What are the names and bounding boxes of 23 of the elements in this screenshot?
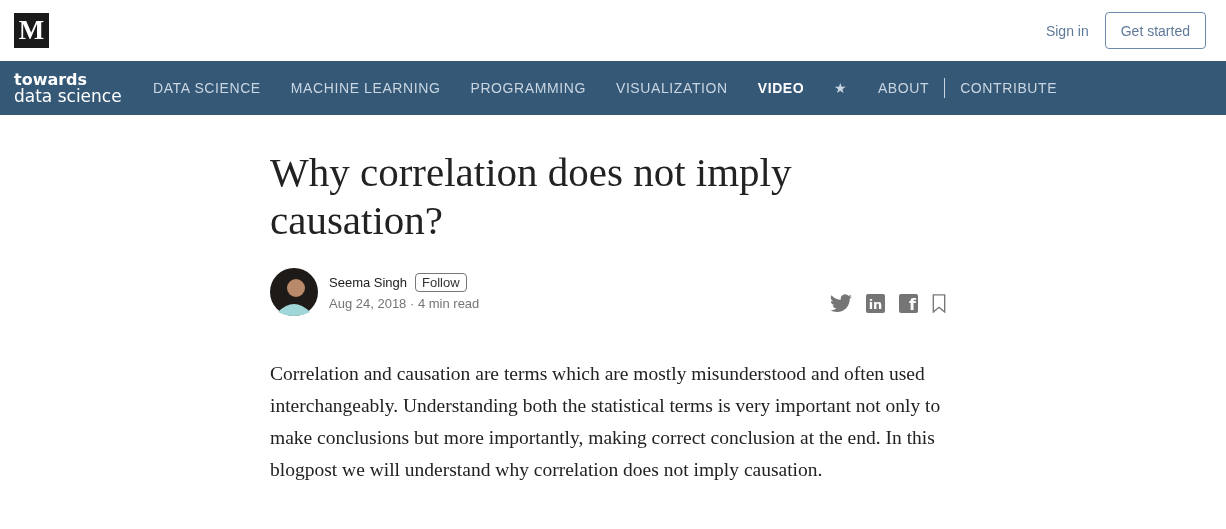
article-paragraph: Correlation and causation are terms which are mostly misunderstood and often used interchangeably. Understanding both the statistical terms is very important not only to make conclusions but more importantly, making correct conclusion at the end. In this blogpost we will understand why correlation does not imply causation.: [270, 362, 942, 482]
publication-logo-text[interactable]: data science: [14, 88, 122, 104]
author-name[interactable]: Seema Singh: [329, 275, 408, 290]
nav-link[interactable]: CONTRIBUTE: [944, 78, 1058, 98]
nav-link[interactable]: VISUALIZATION: [615, 80, 728, 96]
nav-link[interactable]: DATA SCIENCE: [153, 80, 261, 96]
twitter-bird-icon[interactable]: [830, 293, 852, 313]
nav-link[interactable]: PROGRAMMING: [470, 80, 586, 96]
facebook-icon[interactable]: f: [899, 293, 918, 313]
nav-link[interactable]: ABOUT: [877, 80, 930, 96]
article-title: Why correlation does not imply causation?: [270, 148, 793, 244]
sign-in-link[interactable]: Sign in: [1045, 22, 1089, 39]
site-logo[interactable]: M: [14, 13, 49, 48]
linkedin-icon[interactable]: in: [866, 293, 885, 313]
nav-link[interactable]: VIDEO: [757, 80, 805, 96]
nav-link[interactable]: ★: [834, 80, 848, 96]
get-started-button[interactable]: Get started: [1104, 12, 1206, 49]
nav-link[interactable]: MACHINE LEARNING: [290, 80, 441, 96]
article-meta: Aug 24, 2018 · 4 min read: [329, 296, 480, 311]
bookmark-icon[interactable]: [932, 293, 946, 313]
author-avatar[interactable]: [270, 268, 318, 316]
follow-button[interactable]: Follow: [415, 273, 467, 292]
publication-logo-text[interactable]: towards: [14, 72, 88, 88]
